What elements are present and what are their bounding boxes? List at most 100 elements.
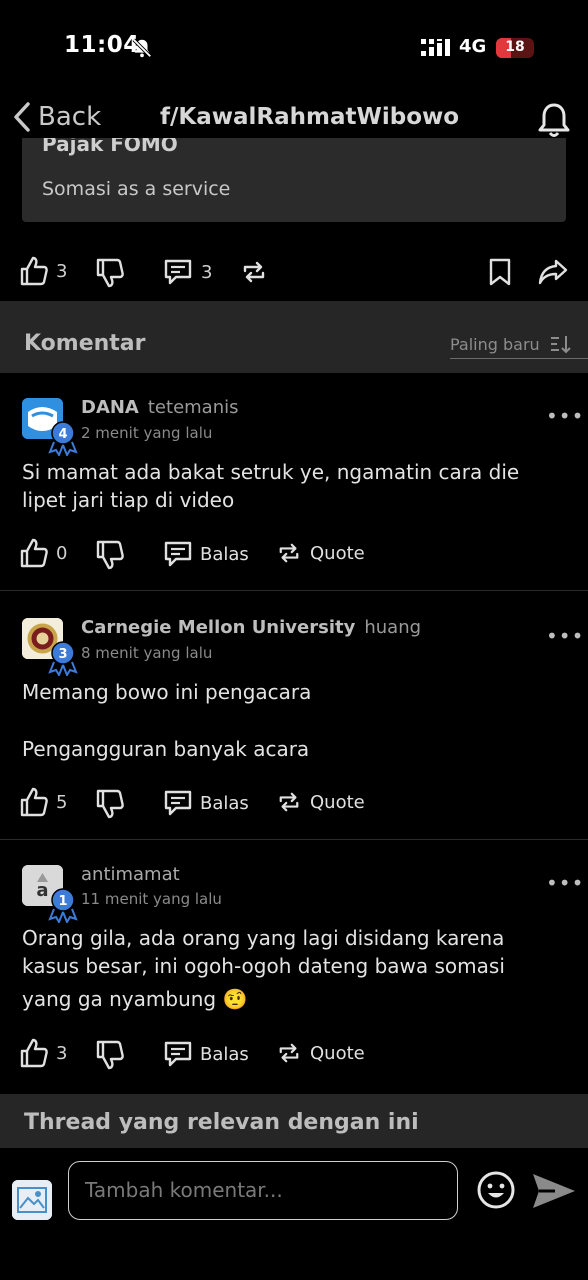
sort-icon [550,334,572,354]
bell-icon[interactable] [537,101,571,139]
chevron-left-icon [10,100,32,134]
quote-button[interactable]: Quote [278,791,365,813]
reply-label: Balas [200,1043,249,1065]
divider [0,590,588,591]
comment-author[interactable]: Carnegie Mellon University [81,617,355,638]
comment-line: Pengangguran banyak acara [22,737,310,761]
level-badge-icon: 4 [48,420,78,456]
my-avatar[interactable] [12,1180,52,1220]
like-button[interactable]: 3 [20,1038,67,1068]
comment-author[interactable]: DANA [81,397,139,418]
more-options-icon[interactable]: ••• [546,871,584,895]
comment-username[interactable]: tetemanis [148,397,239,418]
comment-icon [164,540,192,568]
reply-button[interactable]: Balas [164,540,249,568]
level-badge-icon: 3 [48,640,78,676]
quote-label: Quote [310,791,365,813]
comment-header: Carnegie Mellon University huang [81,617,421,638]
svg-text:1: 1 [58,894,67,909]
share-icon[interactable] [538,259,568,285]
thumbs-down-icon [96,1040,124,1070]
network-type: 4G [459,36,487,57]
thumbs-down-icon [96,258,124,288]
comment-header: DANA tetemanis [81,397,239,418]
related-threads-title: Thread yang relevan dengan ini [24,1110,419,1135]
thumbs-down-icon [96,789,124,819]
comment-line: Orang gila, ada orang yang lagi disidang… [22,926,505,950]
quote-button[interactable]: Quote [278,1042,365,1064]
comment-line: yang ga nyambung 🤨 [22,987,248,1011]
comment-time: 2 menit yang lalu [81,424,213,442]
comment-icon [164,258,192,286]
comment-time: 11 menit yang lalu [81,890,222,908]
comment-line: kasus besar, ini ogoh-ogoh dateng bawa s… [22,954,505,978]
battery-icon: 18 [496,38,534,58]
comments-title: Komentar [24,331,146,356]
like-button[interactable]: 0 [20,538,67,568]
dislike-button[interactable] [96,540,124,570]
post-card-text: Somasi as a service [42,178,231,200]
reply-label: Balas [200,543,249,565]
more-options-icon[interactable]: ••• [546,624,584,648]
dislike-button[interactable] [96,789,124,819]
comment-icon [164,789,192,817]
post-like-button[interactable]: 3 [20,256,67,286]
repost-icon [278,1042,300,1064]
comment-username[interactable]: antimamat [81,864,180,885]
send-icon[interactable] [531,1171,577,1211]
quote-button[interactable]: Quote [278,542,365,564]
like-count: 5 [56,791,68,813]
comment-input[interactable]: Tambah komentar... [68,1161,458,1220]
reply-button[interactable]: Balas [164,1040,249,1068]
dislike-button[interactable] [96,1040,124,1070]
reply-button[interactable]: Balas [164,789,249,817]
page-title: f/KawalRahmatWibowo [160,104,460,130]
post-like-count: 3 [56,260,68,282]
comment-icon [164,1040,192,1068]
svg-text:3: 3 [58,647,67,662]
svg-text:4: 4 [58,427,67,442]
repost-icon [278,542,300,564]
signal-icon [421,38,451,58]
comment-body: Si mamat ada bakat setruk ye, ngamatin c… [22,458,570,514]
post-comment-button[interactable]: 3 [164,258,212,286]
comment-line: lipet jari tiap di video [22,488,235,512]
bookmark-icon[interactable] [488,258,512,286]
emoji-icon[interactable] [476,1170,516,1210]
quote-label: Quote [310,1042,365,1064]
post-card-title: Pajak FOMO [42,138,178,156]
svg-text:a: a [36,880,48,901]
comment-username[interactable]: huang [364,617,421,638]
comment-time: 8 menit yang lalu [81,644,213,662]
comment-line: Memang bowo ini pengacara [22,680,312,704]
like-count: 0 [56,542,68,564]
sort-dropdown[interactable]: Paling baru [450,334,572,354]
repost-icon[interactable] [242,261,266,283]
back-button[interactable]: Back [10,100,101,134]
comment-input-placeholder: Tambah komentar... [85,1178,283,1202]
sort-label: Paling baru [450,334,540,354]
thumbs-down-icon [96,540,124,570]
like-count: 3 [56,1042,68,1064]
thumbs-up-icon [20,1038,48,1068]
battery-level: 18 [505,39,525,55]
post-card[interactable]: Pajak FOMO Somasi as a service [22,138,566,222]
silent-mode-icon [131,37,153,59]
comment-body: Orang gila, ada orang yang lagi disidang… [22,924,570,1013]
comment-body: Memang bowo ini pengacara Pengangguran b… [22,678,570,763]
post-dislike-button[interactable] [96,258,124,288]
back-label: Back [38,102,102,132]
post-comment-count: 3 [201,261,213,283]
level-badge-icon: 1 [48,887,78,923]
more-options-icon[interactable]: ••• [546,404,584,428]
thumbs-up-icon [20,538,48,568]
reply-label: Balas [200,792,249,814]
comment-line: Si mamat ada bakat setruk ye, ngamatin c… [22,460,520,484]
divider [0,839,588,840]
thumbs-up-icon [20,256,48,286]
status-time: 11:04 [64,32,140,58]
like-button[interactable]: 5 [20,787,67,817]
repost-icon [278,791,300,813]
thumbs-up-icon [20,787,48,817]
quote-label: Quote [310,542,365,564]
